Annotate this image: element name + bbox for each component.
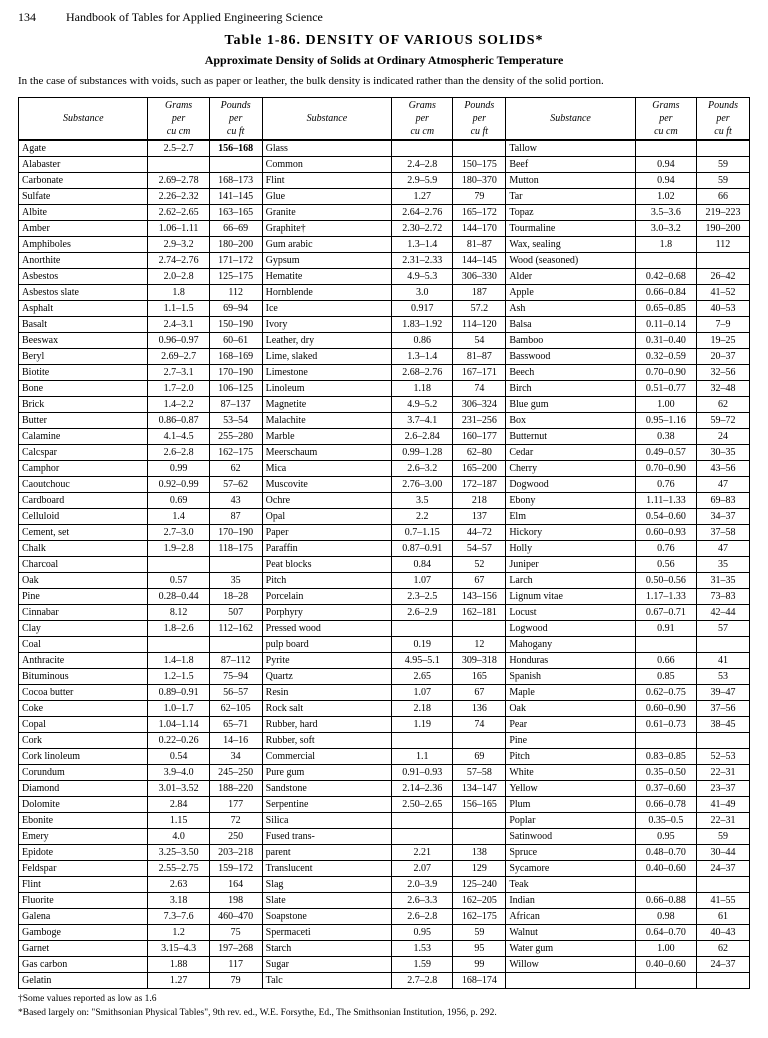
table-row: Calcspar2.6–2.8162–175 Meerschaum0.99–1.… (19, 445, 750, 461)
table-note: In the case of substances with voids, su… (18, 74, 750, 89)
table-row: Gas carbon1.88117 Sugar1.5999 Willow0.40… (19, 957, 750, 973)
table-row: Calamine4.1–4.5255–280 Marble2.6–2.84160… (19, 429, 750, 445)
col-header-grams1: Gramspercu cm (148, 98, 209, 141)
col-header-grams3: Gramspercu cm (635, 98, 696, 141)
table-row: Carbonate2.69–2.78168–173 Flint2.9–5.918… (19, 173, 750, 189)
table-row: Gamboge1.275 Spermaceti0.9559 Walnut0.64… (19, 925, 750, 941)
col-header-pounds2: Poundspercu ft (453, 98, 506, 141)
table-row: Dolomite2.84177 Serpentine2.50–2.65156–1… (19, 797, 750, 813)
table-row: Garnet3.15–4.3197–268 Starch1.5395 Water… (19, 941, 750, 957)
table-row: Copal1.04–1.1465–71 Rubber, hard1.1974 P… (19, 717, 750, 733)
table-row: Bone1.7–2.0106–125 Linoleum1.1874 Birch0… (19, 381, 750, 397)
table-row: Flint2.63164 Slag2.0–3.9125–240 Teak (19, 877, 750, 893)
footnotes: †Some values reported as low as 1.6 *Bas… (18, 993, 750, 1020)
table-row: Chalk1.9–2.8118–175 Paraffin0.87–0.9154–… (19, 541, 750, 557)
table-row: Butter0.86–0.8753–54 Malachite3.7–4.1231… (19, 413, 750, 429)
table-row: Caoutchouc0.92–0.9957–62 Muscovite2.76–3… (19, 477, 750, 493)
table-row: Biotite2.7–3.1170–190 Limestone2.68–2.76… (19, 365, 750, 381)
table-row: Brick1.4–2.287–137 Magnetite4.9–5.2306–3… (19, 397, 750, 413)
table-row: Cork linoleum0.5434 Commercial1.169 Pitc… (19, 749, 750, 765)
table-row: Cement, set2.7–3.0170–190 Paper0.7–1.154… (19, 525, 750, 541)
book-title: Handbook of Tables for Applied Engineeri… (66, 10, 323, 25)
table-row: Coke1.0–1.762–105 Rock salt2.18136 Oak0.… (19, 701, 750, 717)
table-row: Agate2.5–2.7156–168 Glass Tallow (19, 140, 750, 157)
table-row: Celluloid1.487 Opal2.2137 Elm0.54–0.6034… (19, 509, 750, 525)
table-title: Table 1-86. DENSITY OF VARIOUS SOLIDS* (18, 33, 750, 49)
table-row: Epidote3.25–3.50203–218 parent2.21138 Sp… (19, 845, 750, 861)
col-header-substance2: Substance (262, 98, 391, 141)
col-header-substance1: Substance (19, 98, 148, 141)
table-row: Alabaster Common2.4–2.8150–175 Beef0.945… (19, 157, 750, 173)
table-row: Asphalt1.1–1.569–94 Ice0.91757.2 Ash0.65… (19, 301, 750, 317)
table-row: Charcoal Peat blocks0.8452 Juniper0.5635 (19, 557, 750, 573)
table-row: Cinnabar8.12507 Porphyry2.6–2.9162–181 L… (19, 605, 750, 621)
col-header-pounds3: Poundspercu ft (697, 98, 750, 141)
table-row: Beryl2.69–2.7168–169 Lime, slaked1.3–1.4… (19, 349, 750, 365)
table-row: Coal pulp board0.1912 Mahogany (19, 637, 750, 653)
table-row: Sulfate2.26–2.32141–145 Glue1.2779 Tar1.… (19, 189, 750, 205)
table-row: Anthracite1.4–1.887–112 Pyrite4.95–5.130… (19, 653, 750, 669)
table-row: Pine0.28–0.4418–28 Porcelain2.3–2.5143–1… (19, 589, 750, 605)
table-row: Clay1.8–2.6112–162 Pressed wood Logwood0… (19, 621, 750, 637)
table-row: Asbestos slate1.8112 Hornblende3.0187 Ap… (19, 285, 750, 301)
footnote-2: *Based largely on: "Smithsonian Physical… (18, 1007, 750, 1020)
table-row: Beeswax0.96–0.9760–61 Leather, dry0.8654… (19, 333, 750, 349)
table-row: Cork0.22–0.2614–16 Rubber, soft Pine (19, 733, 750, 749)
col-header-pounds1: Poundspercu ft (209, 98, 262, 141)
table-row: Camphor0.9962 Mica2.6–3.2165–200 Cherry0… (19, 461, 750, 477)
table-row: Amphiboles2.9–3.2180–200 Gum arabic1.3–1… (19, 237, 750, 253)
table-row: Bituminous1.2–1.575–94 Quartz2.65165 Spa… (19, 669, 750, 685)
table-row: Fluorite3.18198 Slate2.6–3.3162–205 Indi… (19, 893, 750, 909)
page-header: 134 Handbook of Tables for Applied Engin… (18, 10, 750, 25)
footnote-1: †Some values reported as low as 1.6 (18, 993, 750, 1006)
col-header-substance3: Substance (506, 98, 635, 141)
table-subtitle: Approximate Density of Solids at Ordinar… (18, 53, 750, 68)
table-row: Galena7.3–7.6460–470 Soapstone2.6–2.8162… (19, 909, 750, 925)
table-row: Corundum3.9–4.0245–250 Pure gum0.91–0.93… (19, 765, 750, 781)
table-row: Feldspar2.55–2.75159–172 Translucent2.07… (19, 861, 750, 877)
table-row: Cardboard0.6943 Ochre3.5218 Ebony1.11–1.… (19, 493, 750, 509)
col-header-grams2: Gramspercu cm (392, 98, 453, 141)
table-row: Cocoa butter0.89–0.9156–57 Resin1.0767 M… (19, 685, 750, 701)
table-row: Basalt2.4–3.1150–190 Ivory1.83–1.92114–1… (19, 317, 750, 333)
table-row: Asbestos2.0–2.8125–175 Hematite4.9–5.330… (19, 269, 750, 285)
table-row: Oak0.5735 Pitch1.0767 Larch0.50–0.5631–3… (19, 573, 750, 589)
page-number: 134 (18, 10, 36, 25)
table-row: Ebonite1.1572 Silica Poplar0.35–0.522–31 (19, 813, 750, 829)
table-row: Gelatin1.2779 Talc2.7–2.8168–174 (19, 973, 750, 989)
table-row: Albite2.62–2.65163–165 Granite2.64–2.761… (19, 205, 750, 221)
density-table: Substance Gramspercu cm Poundspercu ft S… (18, 97, 750, 989)
table-row: Diamond3.01–3.52188–220 Sandstone2.14–2.… (19, 781, 750, 797)
table-row: Emery4.0250 Fused trans- Satinwood0.9559 (19, 829, 750, 845)
table-row: Anorthite2.74–2.76171–172 Gypsum2.31–2.3… (19, 253, 750, 269)
table-row: Amber1.06–1.1166–69 Graphite†2.30–2.7214… (19, 221, 750, 237)
